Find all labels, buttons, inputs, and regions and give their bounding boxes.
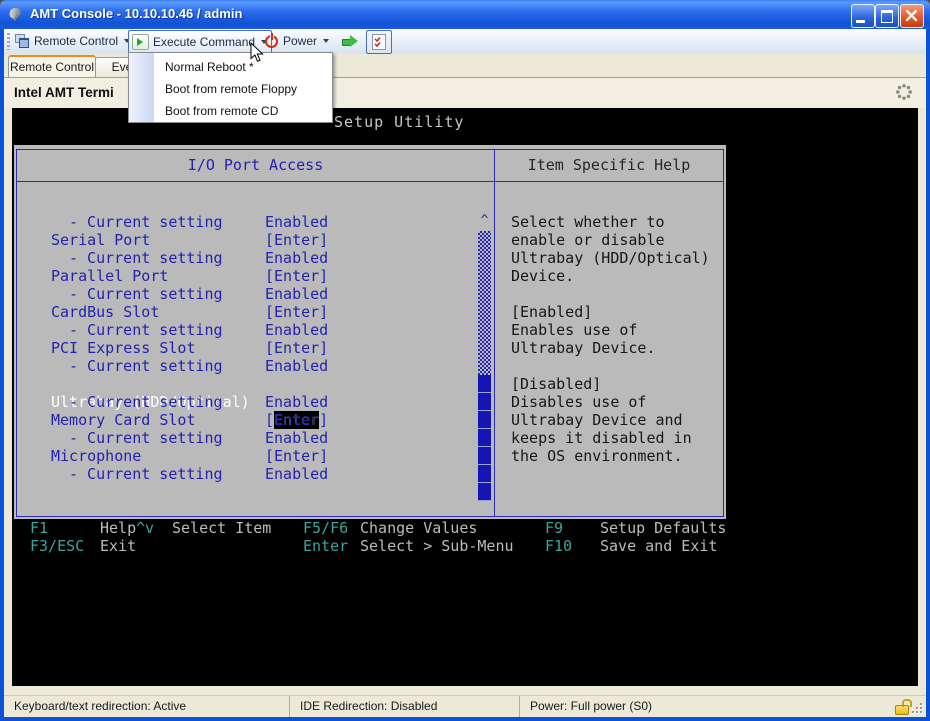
bios-settings-list: - Current settingEnabled Serial Port[Ent…: [17, 182, 495, 516]
amt-console-window: AMT Console - 10.10.10.46 / admin Remote…: [0, 0, 930, 721]
checklist-icon: [372, 34, 386, 50]
bios-row[interactable]: - Current settingEnabled: [17, 465, 480, 483]
bios-row[interactable]: PCI Express Slot[Enter]: [17, 339, 480, 357]
power-button[interactable]: Power: [263, 30, 333, 52]
bios-row-selected[interactable]: Ultrabay (HDD/Optical) [Enter]: [17, 375, 480, 393]
chevron-down-icon[interactable]: [323, 39, 329, 43]
status-ide-redirection: IDE Redirection: Disabled: [289, 696, 519, 717]
minimize-icon: [856, 20, 865, 23]
scrollbar-thumb[interactable]: [478, 375, 491, 501]
scrollbar[interactable]: ^: [478, 213, 491, 501]
bios-row[interactable]: - Current settingEnabled: [17, 213, 480, 231]
menu-item-boot-remote-cd[interactable]: Boot from remote CD: [155, 100, 331, 122]
scrollbar-track[interactable]: [478, 231, 491, 375]
remote-control-button[interactable]: Remote Control: [12, 30, 134, 52]
send-command-icon: [342, 35, 358, 48]
bios-row[interactable]: Parallel Port[Enter]: [17, 267, 480, 285]
execute-command-label: Execute Command: [153, 35, 255, 49]
help-panel: Select whether to enable or disable Ultr…: [495, 182, 723, 516]
tab-remote-control[interactable]: Remote Control: [8, 55, 96, 78]
bios-panel: I/O Port Access Item Specific Help - Cur…: [14, 145, 726, 519]
menu-item-normal-reboot[interactable]: Normal Reboot *: [155, 56, 331, 78]
bios-row[interactable]: - Current settingEnabled: [17, 429, 480, 447]
send-command-button[interactable]: [337, 30, 363, 52]
bios-row[interactable]: Memory Card Slot[Enter]: [17, 411, 480, 429]
power-label: Power: [283, 34, 317, 48]
bios-row[interactable]: - Current settingEnabled: [17, 321, 480, 339]
bios-row[interactable]: Microphone[Enter]: [17, 447, 480, 465]
status-power: Power: Full power (S0): [519, 696, 860, 717]
checklist-button[interactable]: [366, 30, 392, 54]
bios-frame: I/O Port Access Item Specific Help - Cur…: [16, 149, 724, 517]
bios-rows: - Current settingEnabled Serial Port[Ent…: [17, 213, 480, 483]
maximize-icon: [881, 10, 893, 23]
page-title: Intel AMT Termi: [14, 85, 114, 100]
play-icon: [132, 34, 149, 50]
bios-title: Setup Utility: [334, 113, 464, 131]
remote-kvm-screen[interactable]: Setup Utility I/O Port Access Item Speci…: [12, 108, 918, 686]
bios-header-row: I/O Port Access Item Specific Help: [17, 150, 723, 182]
bios-row[interactable]: CardBus Slot[Enter]: [17, 303, 480, 321]
close-icon: [904, 8, 920, 24]
bios-row[interactable]: - Current settingEnabled: [17, 249, 480, 267]
help-text: Select whether to enable or disable Ultr…: [511, 213, 710, 465]
gear-icon[interactable]: [895, 83, 913, 101]
bios-row[interactable]: - Current settingEnabled: [17, 285, 480, 303]
toolbar-drag-handle[interactable]: [7, 33, 10, 50]
cascade-windows-icon: [15, 34, 30, 48]
bios-row[interactable]: Serial Port[Enter]: [17, 231, 480, 249]
io-port-access-header: I/O Port Access: [17, 150, 495, 181]
maximize-button[interactable]: [875, 4, 899, 28]
menu-icon-gutter: [129, 53, 154, 122]
item-specific-help-header: Item Specific Help: [495, 150, 723, 181]
scroll-up-arrow[interactable]: ^: [478, 213, 491, 231]
minimize-button[interactable]: [851, 4, 875, 28]
unlock-icon: [895, 705, 909, 715]
window-title: AMT Console - 10.10.10.46 / admin: [30, 6, 242, 21]
bios-body: - Current settingEnabled Serial Port[Ent…: [17, 182, 723, 516]
bios-row[interactable]: - Current settingEnabled: [17, 393, 480, 411]
power-icon: [265, 34, 279, 48]
execute-command-menu: Normal Reboot * Boot from remote Floppy …: [128, 52, 333, 123]
menu-item-boot-remote-floppy[interactable]: Boot from remote Floppy: [155, 78, 331, 100]
remote-control-label: Remote Control: [34, 34, 118, 48]
titlebar[interactable]: AMT Console - 10.10.10.46 / admin: [0, 0, 930, 29]
mouse-cursor: [250, 42, 264, 63]
status-keyboard-redirection: Keyboard/text redirection: Active: [4, 696, 289, 717]
status-bar: Keyboard/text redirection: Active IDE Re…: [4, 695, 926, 717]
app-icon: [8, 6, 24, 22]
resize-grip[interactable]: [912, 703, 925, 716]
keybar-row-1: F1 Help ^v Select Item F5/F6 Change Valu…: [12, 519, 918, 537]
keybar-row-2: F3/ESC Exit Enter Select > Sub-Menu F10 …: [12, 537, 918, 555]
bios-row[interactable]: - Current settingEnabled: [17, 357, 480, 375]
close-button[interactable]: [900, 4, 924, 28]
